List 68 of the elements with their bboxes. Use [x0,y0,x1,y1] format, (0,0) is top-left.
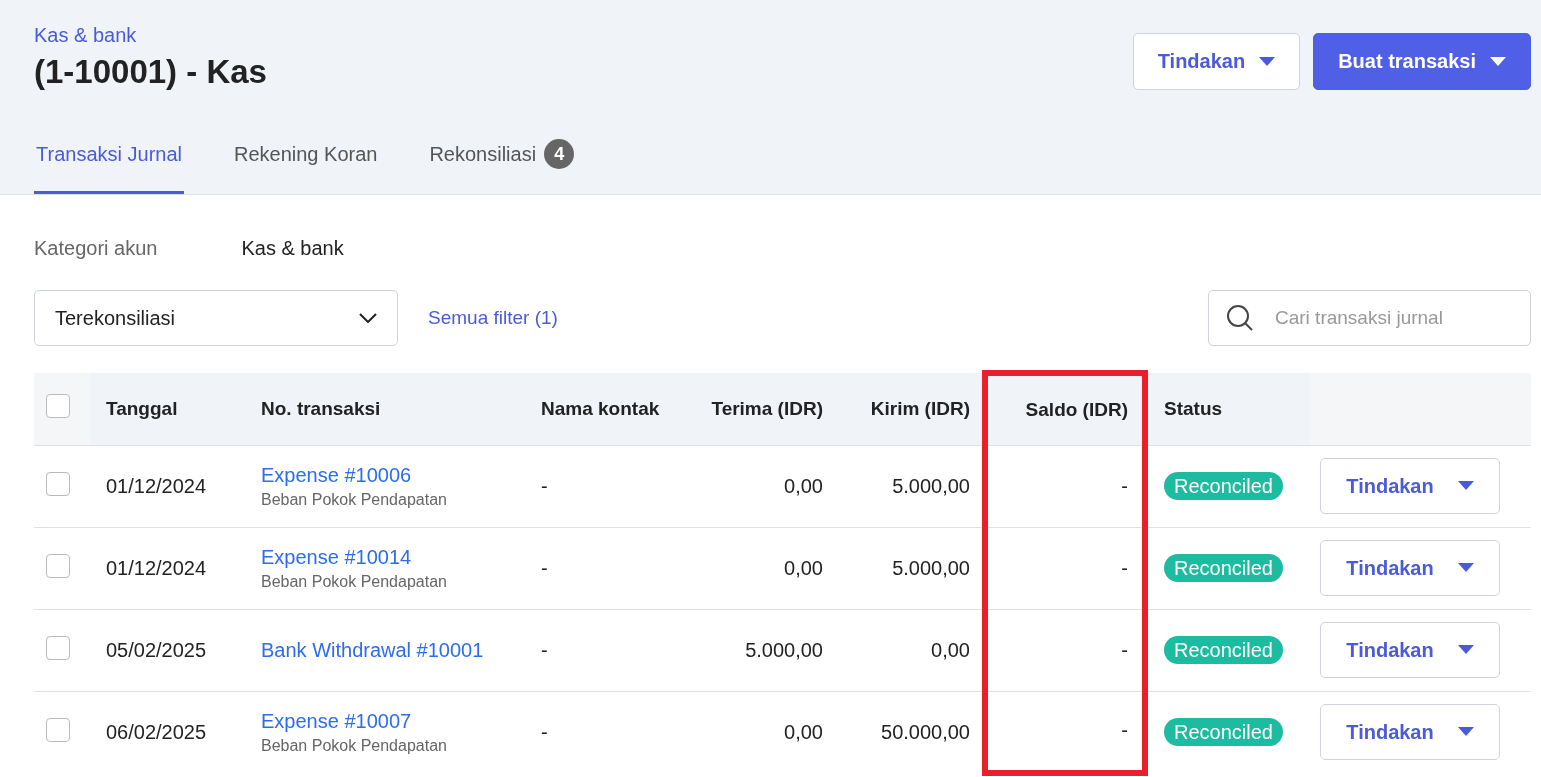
search-field[interactable]: Cari transaksi jurnal [1208,290,1531,346]
filter-link[interactable]: Semua filter (1) [428,307,558,329]
table-cell: - [1121,719,1128,742]
table-cell: 5.000,00 [892,556,970,579]
table-cell: - [1121,638,1128,661]
column-header: Kirim (IDR) [835,373,985,445]
row-checkbox[interactable] [46,717,70,742]
caret-icon [1457,727,1474,738]
table-cell: - [541,556,548,579]
caret-icon [1457,563,1474,573]
column-header: No. transaksi [245,373,525,445]
tab[interactable]: Rekening Koran [232,129,380,194]
date-cell: 06/02/2025 [106,720,207,743]
page-title: (1-10001) - Kas [34,53,267,91]
field-value: Kas & bank [241,237,344,260]
table-cell: 0,00 [784,720,823,743]
table-cell: 0,00 [784,556,823,579]
status-badge: Reconciled [1164,553,1283,582]
action-button[interactable]: Buat transaksi [1313,33,1531,90]
tab[interactable]: Transaksi Jurnal [34,129,184,194]
search-icon [1226,304,1254,332]
transaction-link[interactable]: Expense #10007 [261,709,517,733]
table-cell: - [1121,474,1128,497]
action-button[interactable]: Tindakan [1132,33,1301,90]
row-checkbox[interactable] [46,471,70,496]
table-cell: 0,00 [784,474,823,497]
account-name: Beban Pokok Pendapatan [261,736,448,755]
account-name: Beban Pokok Pendapatan [261,572,448,591]
field-label: Kategori akun [34,237,158,260]
tab[interactable]: Rekonsiliasi 4 [427,129,577,194]
table-cell: 5.000,00 [745,638,823,661]
count-badge: 4 [544,139,575,169]
row-checkbox[interactable] [46,553,70,578]
table-cell: - [1121,556,1128,579]
date-cell: 01/12/2024 [106,556,207,579]
table-cell: - [541,474,548,497]
account-name: Beban Pokok Pendapatan [261,490,448,509]
date-cell: 05/02/2025 [106,638,207,661]
breadcrumb-link[interactable]: Kas & bank [34,24,267,47]
transaction-link[interactable]: Bank Withdrawal #10001 [261,638,517,662]
table-cell: 0,00 [931,638,970,661]
transaction-link[interactable]: Expense #10006 [261,463,517,487]
status-badge: Reconciled [1164,717,1283,746]
caret-icon [1490,56,1506,67]
date-cell: 01/12/2024 [106,474,207,497]
transaction-link[interactable]: Expense #10014 [261,545,517,569]
chevron-icon [359,313,377,323]
row-action-button[interactable]: Tindakan [1320,704,1500,761]
select-all-checkbox[interactable] [46,394,70,419]
table-cell: 50.000,00 [881,720,970,743]
row-action-button[interactable]: Tindakan [1320,540,1500,596]
row-checkbox[interactable] [46,635,70,660]
column-header: Saldo (IDR) [985,373,1145,445]
column-header: Tanggal [90,373,245,445]
table-cell: - [541,720,548,743]
table-cell: - [541,638,548,661]
column-header: Nama kontak [525,373,675,445]
caret-icon [1259,56,1276,67]
caret-icon [1457,645,1474,655]
status-badge: Reconciled [1164,635,1283,664]
column-header: Status [1145,373,1310,445]
table-cell: 5.000,00 [892,474,970,497]
row-action-button[interactable]: Tindakan [1320,458,1500,514]
status-badge: Reconciled [1164,471,1283,500]
row-action-button[interactable]: Tindakan [1320,622,1500,678]
column-header: Terima (IDR) [675,373,835,445]
status-dropdown[interactable]: Terekonsiliasi [34,290,398,346]
caret-icon [1457,481,1474,491]
